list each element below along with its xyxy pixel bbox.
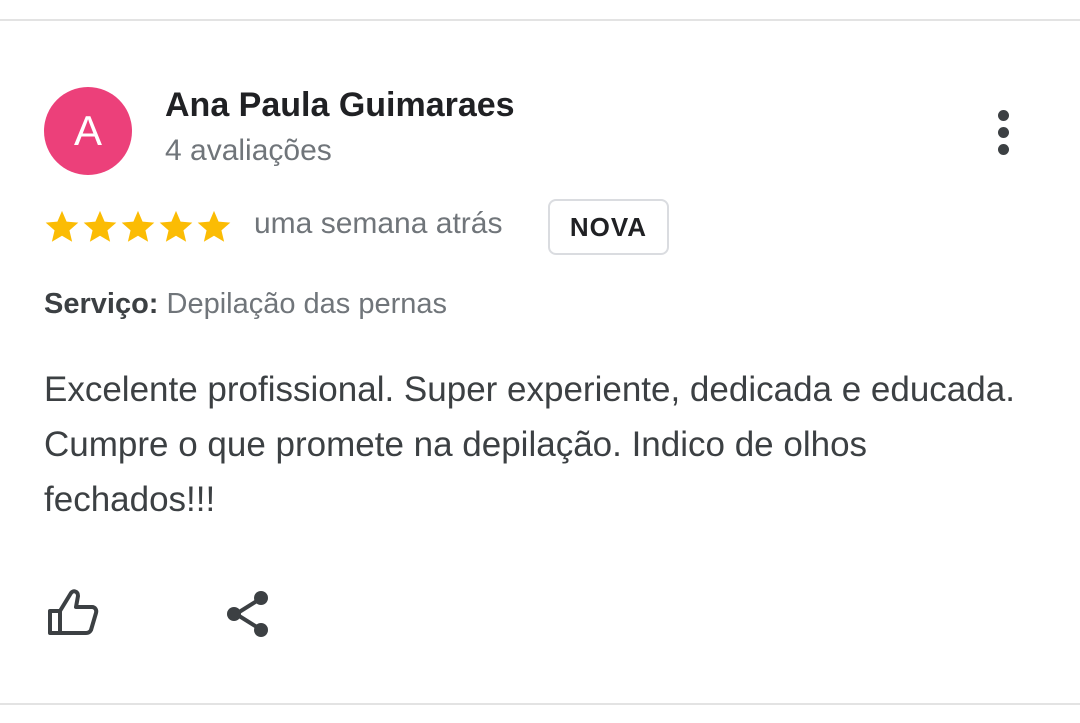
new-badge: NOVA: [548, 199, 669, 255]
share-icon: [227, 591, 268, 637]
author-review-count: 4 avaliações: [165, 134, 332, 167]
service-label: Serviço:: [44, 288, 159, 320]
share-button[interactable]: [221, 586, 275, 642]
like-button[interactable]: [44, 585, 102, 641]
star-icon: [197, 210, 231, 242]
top-divider: [0, 19, 1080, 21]
review-text: Excelente profissional. Super experiente…: [44, 370, 1015, 519]
thumb-up-icon: [48, 589, 99, 635]
star-icon: [159, 210, 193, 242]
more-options-button[interactable]: [984, 106, 1024, 158]
service-line: Serviço: Depilação das pernas: [44, 288, 447, 321]
star-icon: [45, 210, 79, 242]
avatar[interactable]: A: [44, 87, 132, 175]
bottom-divider: [0, 703, 1080, 705]
review-card: A Ana Paula Guimaraes 4 avaliações uma s…: [0, 0, 1080, 723]
star-icon: [121, 210, 155, 242]
star-rating: [43, 206, 233, 248]
review-time: uma semana atrás: [254, 207, 503, 240]
star-icon: [83, 210, 117, 242]
author-name[interactable]: Ana Paula Guimaraes: [165, 86, 515, 125]
avatar-letter: A: [73, 107, 102, 154]
service-value: Depilação das pernas: [166, 288, 448, 320]
